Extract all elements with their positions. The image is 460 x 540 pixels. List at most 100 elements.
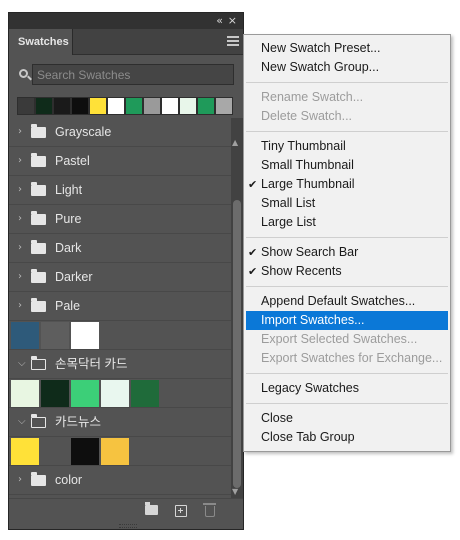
recent-swatch[interactable]: [125, 97, 143, 115]
menu-item-show-search-bar[interactable]: ✔ Show Search Bar: [244, 243, 450, 262]
recent-swatch[interactable]: [35, 97, 53, 115]
scrollbar-thumb[interactable]: [233, 200, 241, 488]
chevron-right-icon[interactable]: ›: [18, 126, 22, 137]
folder-icon: [30, 356, 46, 370]
menu-item-close[interactable]: Close: [244, 409, 450, 428]
chevron-down-icon[interactable]: ⌵: [18, 358, 26, 369]
swatch-group[interactable]: › Grayscale: [9, 118, 231, 147]
folder-icon: [30, 414, 46, 428]
recent-swatch[interactable]: [89, 97, 107, 115]
menu-item-label: Rename Swatch...: [261, 90, 364, 104]
menu-item-new-swatch-group[interactable]: New Swatch Group...: [244, 58, 450, 77]
recent-swatch[interactable]: [143, 97, 161, 115]
menu-item-import-swatches[interactable]: Import Swatches...: [246, 311, 448, 330]
swatch[interactable]: [131, 380, 159, 407]
folder-icon: [31, 240, 46, 254]
chevron-right-icon[interactable]: ›: [18, 155, 22, 166]
swatch[interactable]: [71, 322, 99, 349]
menu-item-large-list[interactable]: Large List: [244, 213, 450, 232]
menu-item-close-tab-group[interactable]: Close Tab Group: [244, 428, 450, 447]
menu-item-show-recents[interactable]: ✔ Show Recents: [244, 262, 450, 281]
menu-item-label: Legacy Swatches: [261, 381, 359, 395]
search-icon: [19, 69, 28, 78]
swatch[interactable]: [11, 438, 39, 465]
menu-item-label: New Swatch Group...: [261, 60, 380, 74]
swatch[interactable]: [41, 380, 69, 407]
menu-item-label: Small List: [261, 196, 316, 210]
swatch-group-label: Dark: [55, 241, 82, 255]
menu-item-label: Large Thumbnail: [261, 177, 355, 191]
swatch[interactable]: [101, 380, 129, 407]
menu-item-label: Close: [261, 411, 293, 425]
recent-swatch[interactable]: [71, 97, 89, 115]
scroll-down-icon[interactable]: ▼: [232, 487, 238, 496]
menu-item-rename-swatch: Rename Swatch...: [244, 88, 450, 107]
chevron-right-icon[interactable]: ›: [18, 242, 22, 253]
swatch[interactable]: [101, 438, 129, 465]
swatch-group[interactable]: › Pastel: [9, 147, 231, 176]
trash-icon[interactable]: [203, 503, 216, 517]
swatch-group[interactable]: › Pale: [9, 292, 231, 321]
menu-item-large-thumbnail[interactable]: ✔ Large Thumbnail: [244, 175, 450, 194]
swatch-group[interactable]: › Light: [9, 176, 231, 205]
add-swatch-icon[interactable]: [175, 505, 187, 517]
menu-item-label: Delete Swatch...: [261, 109, 353, 123]
recent-swatch[interactable]: [215, 97, 233, 115]
chevron-down-icon[interactable]: ⌵: [18, 416, 26, 427]
menu-item-append-default-swatches[interactable]: Append Default Swatches...: [244, 292, 450, 311]
chevron-right-icon[interactable]: ›: [18, 184, 22, 195]
chevron-right-icon[interactable]: ›: [18, 474, 22, 485]
menu-separator: [246, 286, 448, 287]
chevron-right-icon[interactable]: ›: [18, 213, 22, 224]
panel-title-bar: « ×: [9, 13, 243, 29]
menu-item-new-swatch-preset[interactable]: New Swatch Preset...: [244, 39, 450, 58]
swatch[interactable]: [11, 380, 39, 407]
recent-swatch[interactable]: [161, 97, 179, 115]
menu-item-legacy-swatches[interactable]: Legacy Swatches: [244, 379, 450, 398]
swatch-group-label: Pale: [55, 299, 81, 313]
swatch[interactable]: [11, 322, 39, 349]
menu-separator: [246, 82, 448, 83]
menu-item-label: Tiny Thumbnail: [261, 139, 346, 153]
menu-item-small-list[interactable]: Small List: [244, 194, 450, 213]
menu-item-small-thumbnail[interactable]: Small Thumbnail: [244, 156, 450, 175]
checkmark-icon: ✔: [248, 246, 258, 259]
search-input[interactable]: [32, 64, 234, 85]
swatch-group-label: Darker: [55, 270, 93, 284]
swatch[interactable]: [41, 322, 69, 349]
panel-tab-bar: Swatches: [9, 29, 243, 55]
panel-menu-icon[interactable]: [227, 36, 239, 48]
chevron-right-icon[interactable]: ›: [18, 300, 22, 311]
scroll-up-icon[interactable]: ▲: [232, 138, 238, 147]
chevron-right-icon[interactable]: ›: [18, 271, 22, 282]
swatch[interactable]: [71, 380, 99, 407]
menu-item-tiny-thumbnail[interactable]: Tiny Thumbnail: [244, 137, 450, 156]
recent-swatch[interactable]: [179, 97, 197, 115]
recent-swatch[interactable]: [107, 97, 125, 115]
swatch-group[interactable]: › Darker: [9, 263, 231, 292]
swatch-group[interactable]: ⌵ 카드뉴스: [9, 408, 231, 437]
resize-grip[interactable]: [119, 524, 137, 528]
search-bar: [9, 55, 243, 91]
folder-icon: [31, 153, 46, 167]
swatch-group[interactable]: ⌵ 손목닥터 카드: [9, 350, 231, 379]
swatch-group[interactable]: › Dark: [9, 234, 231, 263]
collapse-icon[interactable]: «: [216, 14, 223, 28]
swatch[interactable]: [71, 438, 99, 465]
menu-separator: [246, 403, 448, 404]
recent-swatch[interactable]: [53, 97, 71, 115]
swatch-group[interactable]: › color: [9, 466, 231, 495]
recent-swatch[interactable]: [17, 97, 35, 115]
menu-item-label: Export Selected Swatches...: [261, 332, 418, 346]
swatch-group[interactable]: › Pure: [9, 205, 231, 234]
close-icon[interactable]: ×: [228, 14, 237, 28]
tab-swatches[interactable]: Swatches: [9, 29, 73, 55]
recent-swatch[interactable]: [197, 97, 215, 115]
new-group-folder-icon[interactable]: [145, 502, 158, 515]
menu-item-export-selected-swatches: Export Selected Swatches...: [244, 330, 450, 349]
menu-separator: [246, 131, 448, 132]
folder-icon: [31, 182, 46, 196]
swatch-row: [9, 437, 231, 466]
menu-item-label: Close Tab Group: [261, 430, 355, 444]
scrollbar[interactable]: ▲ ▼: [231, 118, 243, 498]
